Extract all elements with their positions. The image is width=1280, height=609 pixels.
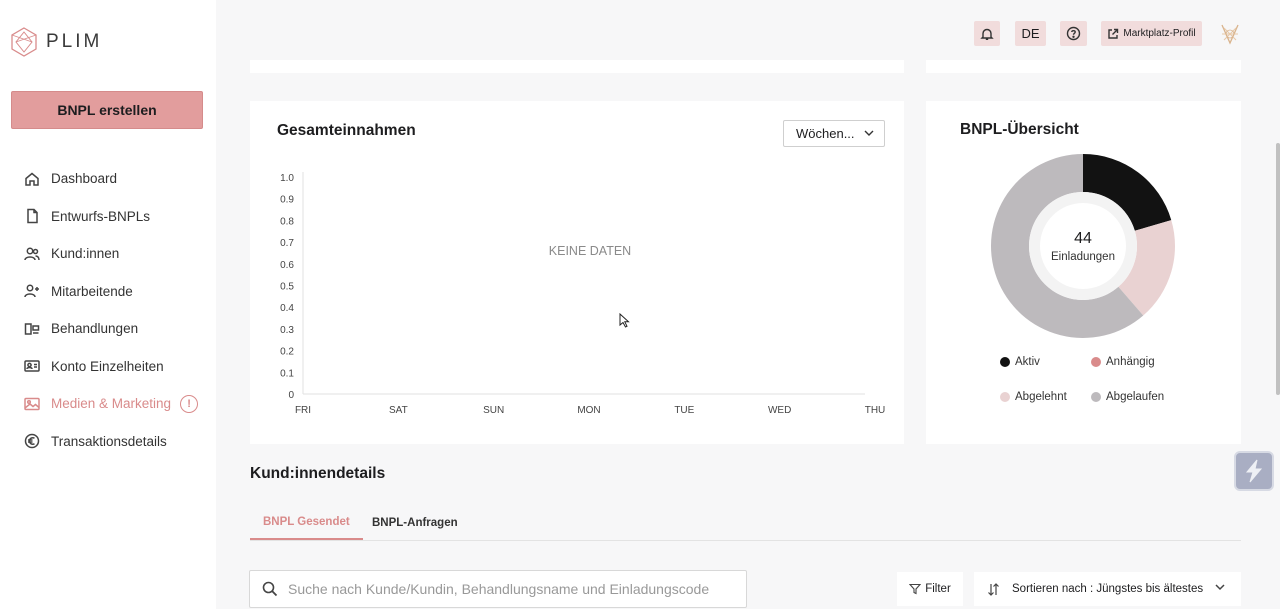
help-button[interactable] [1060,21,1087,46]
bnpl-donut-chart [991,154,1175,338]
sidebar-item-label: Transaktionsdetails [51,433,167,449]
card-top-strip-right [926,60,1241,73]
mouse-cursor-icon [619,313,630,328]
bell-icon [980,28,994,40]
file-icon [24,208,40,224]
sidebar-item-label: Dashboard [51,171,118,187]
legend-item-pending: Anhängig [1091,356,1155,368]
sidebar-item-label: Entwurfs-BNPLs [51,208,151,224]
filter-label: Filter [925,583,951,595]
revenue-card: Gesamteinnahmen Wöchen... 1.0 0.9 0.8 0.7 0.… [250,101,904,444]
sidebar: PLIM BNPL erstellen Dashboard Entwurfs-B… [0,0,216,609]
y-tick-label: 0 [288,390,294,401]
user-avatar[interactable] [1219,22,1241,46]
y-tick-label: 0.9 [280,195,294,206]
x-tick-label: TUE [674,405,694,416]
id-card-icon [24,358,40,374]
notifications-button[interactable] [974,21,1000,46]
page-scrollbar[interactable] [1276,143,1280,395]
create-bnpl-button[interactable]: BNPL erstellen [11,91,203,129]
filter-button[interactable]: Filter [897,572,963,606]
sidebar-item-treatments[interactable]: Behandlungen [0,310,216,348]
y-tick-label: 1.0 [280,173,294,184]
sort-icon [988,582,999,596]
legend-label: Anhängig [1106,356,1155,368]
legend-dot [1000,392,1010,402]
sidebar-item-dashboard[interactable]: Dashboard [0,160,216,198]
treatments-icon [24,321,40,337]
customer-details-title: Kund:innendetails [250,465,386,482]
x-tick-label: FRI [295,405,311,416]
sidebar-item-account-details[interactable]: Konto Einzelheiten [0,348,216,386]
tab-bnpl-requests[interactable]: BNPL-Anfragen [360,505,470,540]
sidebar-item-label: Mitarbeitende [51,283,133,299]
sidebar-item-employees[interactable]: Mitarbeitende [0,273,216,311]
filter-icon [909,583,922,595]
legend-item-active: Aktiv [1000,356,1040,368]
bnpl-overview-card: BNPL-Übersicht 44 Einladungen Aktiv Anhä… [926,101,1241,444]
legend-dot [1000,357,1010,367]
y-tick-label: 0.5 [280,282,294,293]
language-button[interactable]: DE [1015,21,1046,46]
legend-dot [1091,357,1101,367]
legend-label: Abgelaufen [1106,391,1165,403]
marketplace-profile-button[interactable]: Marktplatz-Profil [1101,21,1202,46]
lightning-logo-icon [1245,459,1263,483]
avatar-logo-icon [1221,24,1239,45]
x-tick-label: SUN [483,405,504,416]
image-icon [24,396,40,412]
y-tick-label: 0.1 [280,368,294,379]
y-tick-label: 0.7 [280,238,294,249]
sidebar-item-label: Konto Einzelheiten [51,358,164,374]
y-tick-label: 0.8 [280,216,294,227]
y-tick-label: 0.2 [280,347,294,358]
x-tick-label: WED [768,405,791,416]
sidebar-item-label: Medien & Marketing [51,396,172,412]
y-tick-label: 0.3 [280,325,294,336]
sort-label: Sortieren nach : Jüngstes bis ältestes [1012,583,1204,595]
donut-total-label: Einladungen [1051,251,1115,263]
legend-label: Abgelehnt [1015,391,1067,403]
sidebar-item-media-marketing[interactable]: Medien & Marketing ! [0,385,216,423]
card-top-strip-left [250,60,904,73]
sort-button[interactable]: Sortieren nach : Jüngstes bis ältestes [974,572,1241,606]
chevron-down-icon [1215,584,1225,591]
sidebar-item-draft-bnpls[interactable]: Entwurfs-BNPLs [0,198,216,236]
sidebar-item-label: Behandlungen [51,321,139,337]
marketplace-profile-label: Marktplatz-Profil [1123,28,1196,39]
y-tick-label: 0.4 [280,303,294,314]
brand-name: PLIM [46,31,103,52]
plim-logo-icon [11,27,37,57]
external-link-icon [1108,28,1119,39]
user-plus-icon [24,283,40,299]
tab-bnpl-sent[interactable]: BNPL Gesendet [250,505,363,540]
legend-item-rejected: Abgelehnt [1000,391,1067,403]
legend-item-expired: Abgelaufen [1091,391,1164,403]
brand-logo[interactable]: PLIM [10,27,102,57]
x-tick-label: MON [577,405,600,416]
help-icon [1066,26,1081,41]
search-input[interactable] [288,581,736,597]
floating-action-button[interactable] [1234,451,1274,491]
y-tick-label: 0.6 [280,260,294,271]
users-icon [24,246,40,262]
euro-icon [24,433,40,449]
no-data-label: KEINE DATEN [549,244,631,258]
revenue-chart: 1.0 0.9 0.8 0.7 0.6 0.5 0.4 0.3 0.2 0.1 0FRI SAT SUN… [280,172,886,416]
search-icon [262,581,278,597]
x-tick-label: THU [865,405,886,416]
customer-tabs: BNPL Gesendet BNPL-Anfragen [250,505,1241,541]
x-tick-label: SAT [389,405,408,416]
sidebar-item-label: Kund:innen [51,246,120,262]
sidebar-item-customers[interactable]: Kund:innen [0,235,216,273]
legend-label: Aktiv [1015,356,1040,368]
donut-total: 44 [1074,230,1092,247]
customer-search [249,570,747,608]
home-icon [24,171,40,187]
sidebar-nav: Dashboard Entwurfs-BNPLs Kund:innen Mita… [0,160,216,460]
legend-dot [1091,392,1101,402]
sidebar-item-transaction-details[interactable]: Transaktionsdetails [0,423,216,461]
warning-icon: ! [180,394,199,413]
